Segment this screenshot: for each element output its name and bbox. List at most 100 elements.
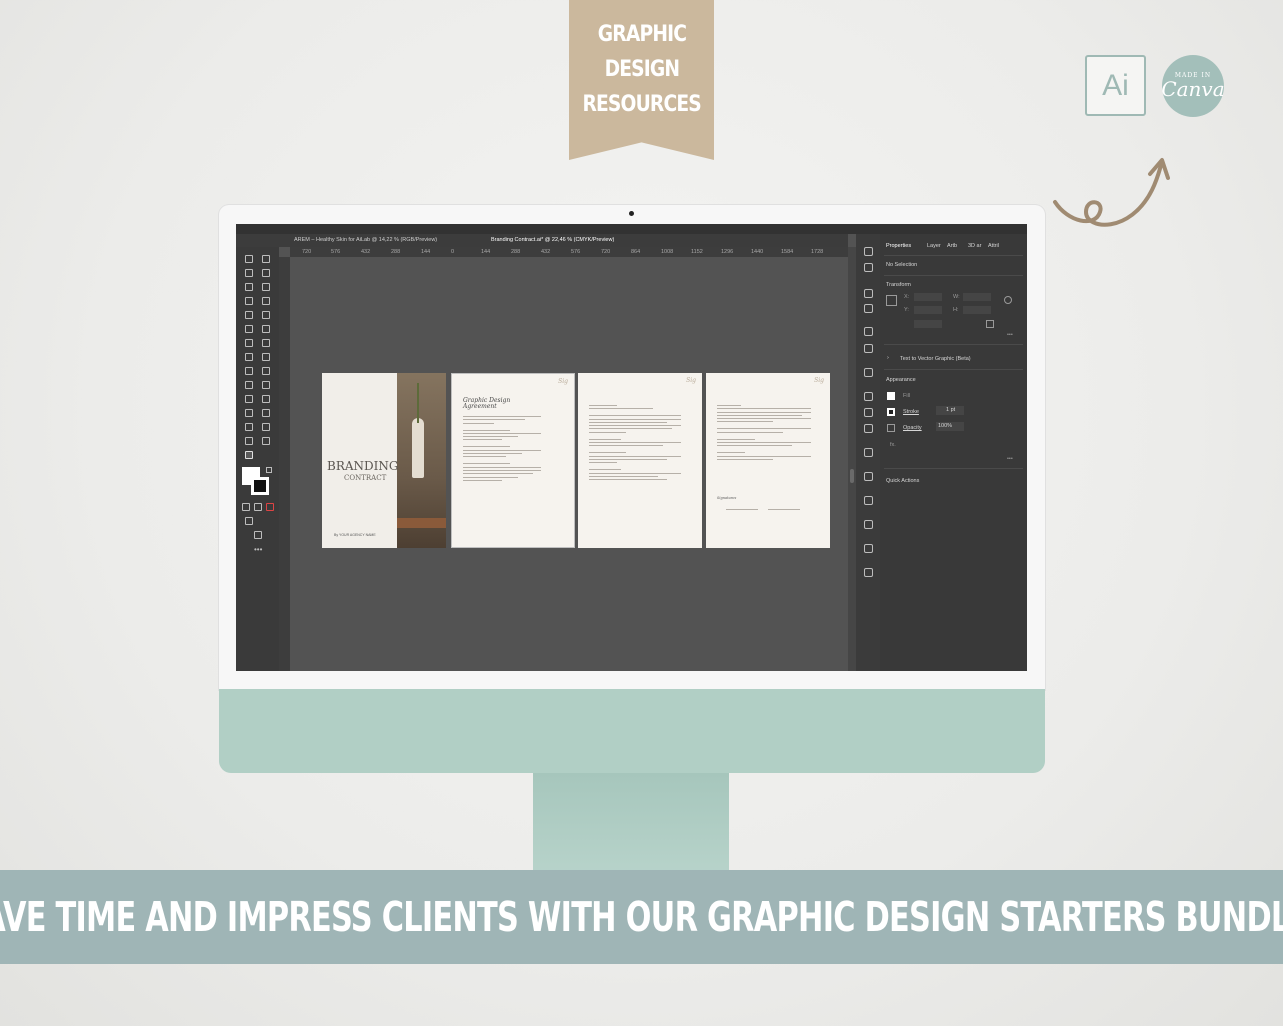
character-panel-icon[interactable] (864, 496, 873, 505)
stroke-color-swatch[interactable] (887, 408, 895, 416)
lasso-tool-icon[interactable] (262, 269, 270, 277)
rectangle-tool-icon[interactable] (245, 311, 253, 319)
document-tab-bar: AREM – Healthy Skin for AiLab @ 14,22 % … (236, 234, 848, 247)
shaper-tool-icon[interactable] (245, 325, 253, 333)
libraries-panel-icon[interactable] (864, 327, 873, 336)
tab-arem-document[interactable]: AREM – Healthy Skin for AiLab @ 14,22 % … (294, 237, 437, 243)
shape-builder-tool-icon[interactable] (245, 367, 253, 375)
horizontal-ruler: 720 576 432 288 144 0 144 288 432 576 72… (290, 247, 848, 257)
w-label: W: (953, 294, 960, 300)
cover-photo (397, 373, 446, 548)
artboard-page-4[interactable]: Sig Signatures (706, 373, 830, 548)
scrollbar-thumb[interactable] (850, 469, 854, 483)
panel-tab-attributes[interactable]: Attril (988, 243, 999, 249)
chevron-right-icon[interactable]: › (887, 355, 889, 361)
flip-vertical-icon[interactable] (986, 320, 994, 328)
panel-tab-artboards[interactable]: Artb (947, 243, 957, 249)
transparency-panel-icon[interactable] (864, 472, 873, 481)
eyedropper-tool-icon[interactable] (245, 395, 253, 403)
illustrator-screen: AREM – Healthy Skin for AiLab @ 14,22 % … (236, 224, 1027, 671)
artboard-cover[interactable]: BRANDING CONTRACT By YOUR AGENCY NAME (322, 373, 446, 548)
curvature-tool-icon[interactable] (262, 283, 270, 291)
layers-panel-icon[interactable] (864, 568, 873, 577)
swap-fill-stroke-icon[interactable] (266, 467, 272, 473)
direct-selection-tool-icon[interactable] (262, 255, 270, 263)
line-tool-icon[interactable] (262, 297, 270, 305)
scissors-tool-icon[interactable] (262, 325, 270, 333)
links-panel-icon[interactable] (864, 304, 873, 313)
brushes-panel-icon[interactable] (864, 424, 873, 433)
magic-wand-tool-icon[interactable] (245, 269, 253, 277)
zoom-tool-icon[interactable] (245, 451, 253, 459)
panel-tab-layers[interactable]: Layer (927, 243, 941, 249)
pen-tool-icon[interactable] (245, 283, 253, 291)
paintbrush-tool-icon[interactable] (262, 311, 270, 319)
type-tool-icon[interactable] (245, 297, 253, 305)
reference-point-icon[interactable] (886, 295, 897, 306)
slice-tool-icon[interactable] (262, 423, 270, 431)
screen-mode-icon[interactable] (254, 531, 262, 539)
width-field[interactable] (963, 293, 991, 301)
ruler-tick: 0 (451, 249, 455, 255)
gradient-mode-icon[interactable] (254, 503, 262, 511)
none-mode-icon[interactable] (266, 503, 274, 511)
stroke-swatch[interactable] (251, 477, 269, 495)
opentype-panel-icon[interactable] (864, 544, 873, 553)
width-tool-icon[interactable] (245, 353, 253, 361)
ruler-tick: 144 (481, 249, 491, 255)
graph-tool-icon[interactable] (262, 409, 270, 417)
ruler-tick: 1296 (721, 249, 734, 255)
vertical-scrollbar[interactable] (848, 247, 856, 671)
tab-branding-contract[interactable]: Branding Contract.ai* @ 22,46 % (CMYK/Pr… (491, 237, 614, 243)
effects-button[interactable]: fx. (890, 442, 896, 448)
ruler-tick: 288 (511, 249, 521, 255)
more-options-icon[interactable]: ••• (1007, 456, 1013, 462)
fill-color-swatch[interactable] (887, 392, 895, 400)
rotate-field[interactable] (914, 320, 942, 328)
paragraph-panel-icon[interactable] (864, 520, 873, 529)
gradient-panel-icon[interactable] (864, 448, 873, 457)
transform-panel-icon[interactable] (864, 263, 873, 272)
constrain-proportions-icon[interactable] (1004, 296, 1012, 304)
panel-tab-3d[interactable]: 3D ar (968, 243, 981, 249)
symbols-panel-icon[interactable] (864, 408, 873, 417)
asset-export-icon[interactable] (864, 344, 873, 353)
hand-tool-icon[interactable] (262, 437, 270, 445)
gradient-tool-icon[interactable] (262, 381, 270, 389)
export-panel-icon[interactable] (864, 368, 873, 377)
actions-panel-icon[interactable] (864, 289, 873, 298)
reflect-tool-icon[interactable] (245, 339, 253, 347)
draw-mode-icon[interactable] (245, 517, 253, 525)
align-panel-icon[interactable] (864, 247, 873, 256)
stroke-label[interactable]: Stroke (903, 409, 919, 415)
free-transform-tool-icon[interactable] (262, 353, 270, 361)
scale-tool-icon[interactable] (262, 339, 270, 347)
image-trace-icon[interactable] (864, 392, 873, 401)
height-field[interactable] (963, 306, 991, 314)
x-field[interactable] (914, 293, 942, 301)
selection-tool-icon[interactable] (245, 255, 253, 263)
ruler-tick: 576 (331, 249, 341, 255)
plant-stem (417, 383, 419, 423)
blend-tool-icon[interactable] (262, 395, 270, 403)
y-field[interactable] (914, 306, 942, 314)
page2-title-line-2: Agreement (463, 403, 497, 410)
monitor-stand (533, 773, 729, 873)
text-to-vector-button[interactable]: Text to Vector Graphic (Beta) (900, 356, 971, 362)
opacity-label[interactable]: Opacity (903, 425, 922, 431)
artboard-tool-icon[interactable] (245, 423, 253, 431)
opacity-field[interactable]: 100% (936, 422, 964, 431)
eraser-tool-icon[interactable] (245, 437, 253, 445)
color-mode-icon[interactable] (242, 503, 250, 511)
perspective-tool-icon[interactable] (262, 367, 270, 375)
more-options-icon[interactable]: ••• (1007, 332, 1013, 338)
vase-shape (412, 418, 424, 478)
more-tools-icon[interactable]: ••• (254, 545, 262, 554)
symbol-sprayer-tool-icon[interactable] (245, 409, 253, 417)
mesh-tool-icon[interactable] (245, 381, 253, 389)
artboard-page-2[interactable]: Sig Graphic Design Agreement (451, 373, 575, 548)
artboard-page-3[interactable]: Sig (578, 373, 702, 548)
panel-tab-properties[interactable]: Properties (886, 243, 911, 249)
ruler-tick: 288 (391, 249, 401, 255)
stroke-weight-field[interactable]: 1 pt (936, 406, 964, 415)
